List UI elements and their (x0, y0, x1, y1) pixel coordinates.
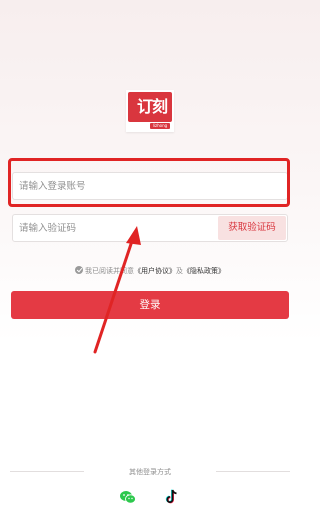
annotation-arrow (93, 226, 141, 354)
logo-subtitle-text: lizhong (152, 123, 168, 128)
get-code-button[interactable]: 获取验证码 (218, 216, 286, 240)
verification-code-input[interactable] (19, 215, 209, 241)
agreement-and: 及 (176, 267, 183, 275)
wechat-login-button[interactable] (118, 487, 138, 507)
login-button[interactable]: 登录 (11, 291, 289, 319)
agreement-row: 我已阅读并同意《用户协议》及《隐私政策》 (0, 265, 300, 277)
account-input[interactable] (19, 173, 281, 199)
logo-text: 订刻 (136, 97, 168, 116)
user-agreement-link[interactable]: 《用户协议》 (134, 267, 176, 275)
logo-subtitle: lizhong (150, 123, 170, 129)
account-field[interactable] (12, 172, 288, 200)
app-logo: 订刻 lizhong (126, 90, 174, 132)
tiktok-icon (165, 489, 177, 504)
tiktok-login-button[interactable] (162, 487, 182, 507)
verification-code-field[interactable]: 获取验证码 (12, 214, 288, 242)
logo-mark: 订刻 (128, 92, 172, 122)
divider-line-right (216, 471, 290, 472)
other-login-label: 其他登录方式 (129, 468, 171, 476)
agreement-checkbox[interactable] (75, 266, 83, 274)
privacy-policy-link[interactable]: 《隐私政策》 (183, 267, 225, 275)
agreement-prefix: 我已阅读并同意 (85, 267, 134, 275)
wechat-icon (120, 491, 136, 504)
other-login-divider: 其他登录方式 (0, 466, 300, 478)
